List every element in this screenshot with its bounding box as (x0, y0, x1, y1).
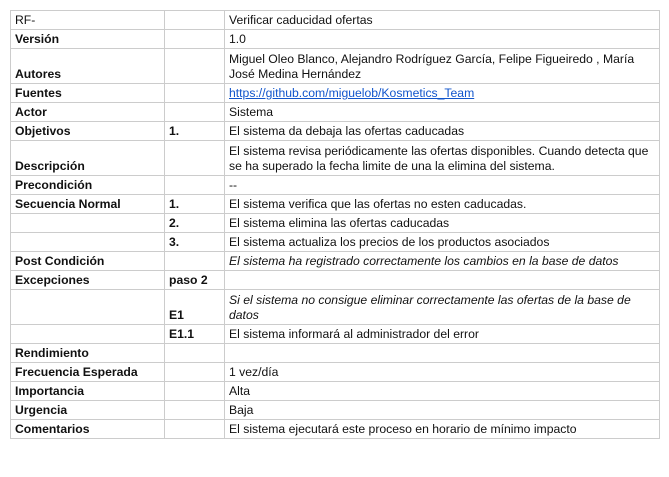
row-objetivos: Objetivos 1. El sistema da debaja las of… (10, 121, 660, 141)
row-rf: RF- Verificar caducidad ofertas (10, 10, 660, 30)
excepcion-label-empty (10, 289, 165, 325)
row-secuencia-3: 3. El sistema actualiza los precios de l… (10, 232, 660, 252)
row-importancia: Importancia Alta (10, 381, 660, 401)
secuencia-step-text: El sistema actualiza los precios de los … (224, 232, 660, 252)
comentarios-value: El sistema ejecutará este proceso en hor… (224, 419, 660, 439)
excepcion-label-empty (10, 324, 165, 344)
actor-label: Actor (10, 102, 165, 122)
importancia-value: Alta (224, 381, 660, 401)
importancia-num-cell (164, 381, 225, 401)
autores-num-cell (164, 48, 225, 84)
requirement-table: RF- Verificar caducidad ofertas Versión … (10, 10, 660, 439)
row-rendimiento: Rendimiento (10, 343, 660, 363)
excepcion-text: El sistema informará al administrador de… (224, 324, 660, 344)
fuentes-value-cell: https://github.com/miguelob/Kosmetics_Te… (224, 83, 660, 103)
version-num-cell (164, 29, 225, 49)
autores-label: Autores (10, 48, 165, 84)
descripcion-value: El sistema revisa periódicamente las ofe… (224, 140, 660, 176)
row-excepcion-e1-1: E1.1 El sistema informará al administrad… (10, 324, 660, 344)
comentarios-num-cell (164, 419, 225, 439)
row-comentarios: Comentarios El sistema ejecutará este pr… (10, 419, 660, 439)
autores-value: Miguel Oleo Blanco, Alejandro Rodríguez … (224, 48, 660, 84)
row-fuentes: Fuentes https://github.com/miguelob/Kosm… (10, 83, 660, 103)
objetivos-num: 1. (164, 121, 225, 141)
rendimiento-num-cell (164, 343, 225, 363)
excepcion-num: E1 (164, 289, 225, 325)
objetivos-label: Objetivos (10, 121, 165, 141)
postcondicion-value: El sistema ha registrado correctamente l… (224, 251, 660, 271)
excepciones-step: paso 2 (164, 270, 225, 290)
frecuencia-num-cell (164, 362, 225, 382)
frecuencia-value: 1 vez/día (224, 362, 660, 382)
row-postcondicion: Post Condición El sistema ha registrado … (10, 251, 660, 271)
importancia-label: Importancia (10, 381, 165, 401)
secuencia-label: Secuencia Normal (10, 194, 165, 214)
actor-value: Sistema (224, 102, 660, 122)
secuencia-step-num: 1. (164, 194, 225, 214)
precondicion-value: -- (224, 175, 660, 195)
actor-num-cell (164, 102, 225, 122)
descripcion-label: Descripción (10, 140, 165, 176)
rendimiento-value (224, 343, 660, 363)
row-secuencia-1: Secuencia Normal 1. El sistema verifica … (10, 194, 660, 214)
urgencia-value: Baja (224, 400, 660, 420)
row-urgencia: Urgencia Baja (10, 400, 660, 420)
postcondicion-label: Post Condición (10, 251, 165, 271)
rf-label: RF- (10, 10, 165, 30)
rendimiento-label: Rendimiento (10, 343, 165, 363)
precondicion-num-cell (164, 175, 225, 195)
row-autores: Autores Miguel Oleo Blanco, Alejandro Ro… (10, 48, 660, 84)
precondicion-label: Precondición (10, 175, 165, 195)
excepciones-label: Excepciones (10, 270, 165, 290)
fuentes-label: Fuentes (10, 83, 165, 103)
row-frecuencia: Frecuencia Esperada 1 vez/día (10, 362, 660, 382)
secuencia-step-num: 2. (164, 213, 225, 233)
secuencia-label-empty (10, 213, 165, 233)
row-excepciones: Excepciones paso 2 (10, 270, 660, 290)
fuentes-num-cell (164, 83, 225, 103)
fuentes-link[interactable]: https://github.com/miguelob/Kosmetics_Te… (229, 86, 474, 100)
row-excepcion-e1: E1 Si el sistema no consigue eliminar co… (10, 289, 660, 325)
frecuencia-label: Frecuencia Esperada (10, 362, 165, 382)
row-descripcion: Descripción El sistema revisa periódicam… (10, 140, 660, 176)
comentarios-label: Comentarios (10, 419, 165, 439)
objetivos-value: El sistema da debaja las ofertas caducad… (224, 121, 660, 141)
version-label: Versión (10, 29, 165, 49)
requirement-sheet: RF- Verificar caducidad ofertas Versión … (10, 10, 660, 439)
postcondicion-num-cell (164, 251, 225, 271)
secuencia-step-text: El sistema verifica que las ofertas no e… (224, 194, 660, 214)
row-precondicion: Precondición -- (10, 175, 660, 195)
excepciones-value-cell (224, 270, 660, 290)
urgencia-num-cell (164, 400, 225, 420)
urgencia-label: Urgencia (10, 400, 165, 420)
version-value: 1.0 (224, 29, 660, 49)
row-secuencia-2: 2. El sistema elimina las ofertas caduca… (10, 213, 660, 233)
excepcion-text: Si el sistema no consigue eliminar corre… (224, 289, 660, 325)
row-version: Versión 1.0 (10, 29, 660, 49)
descripcion-num-cell (164, 140, 225, 176)
rf-num-cell (164, 10, 225, 30)
secuencia-step-num: 3. (164, 232, 225, 252)
row-actor: Actor Sistema (10, 102, 660, 122)
secuencia-step-text: El sistema elimina las ofertas caducadas (224, 213, 660, 233)
secuencia-label-empty (10, 232, 165, 252)
rf-value: Verificar caducidad ofertas (224, 10, 660, 30)
excepcion-num: E1.1 (164, 324, 225, 344)
